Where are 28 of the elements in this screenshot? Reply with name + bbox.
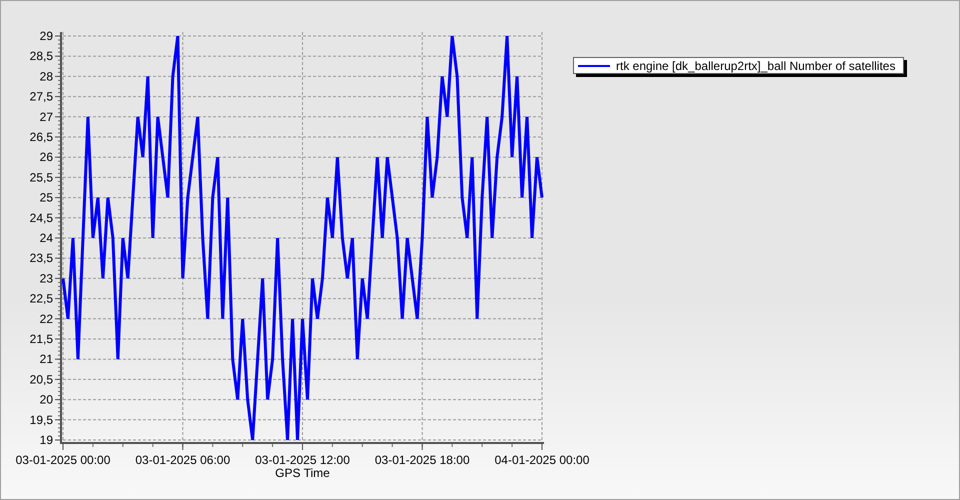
axis-label: 24,5 xyxy=(30,210,53,225)
axis-label: 22,5 xyxy=(30,292,53,306)
axis-label: 19 xyxy=(40,433,53,447)
axis-label: 26 xyxy=(40,150,53,164)
axis-label: 22 xyxy=(40,312,53,326)
axis-label: 20 xyxy=(40,392,53,407)
axis-label: 23 xyxy=(40,271,53,286)
axis-label: 21 xyxy=(40,352,53,366)
axis-label: 25,5 xyxy=(30,170,53,184)
axis-title: GPS Time xyxy=(275,466,330,480)
axis-label: 03-01-2025 12:00 xyxy=(255,453,350,467)
axis-label: 24 xyxy=(40,231,53,245)
axis-label: 21,5 xyxy=(30,332,53,346)
axis-label: 27,5 xyxy=(30,90,53,104)
axis-label: 25 xyxy=(40,190,53,205)
axis-label: 29 xyxy=(40,29,53,43)
axis-label: 03-01-2025 06:00 xyxy=(135,453,230,467)
axis-label: 20,5 xyxy=(30,372,53,386)
axis-label: 04-01-2025 00:00 xyxy=(494,453,590,467)
axis-label: 27 xyxy=(40,110,53,124)
axis-label: 28 xyxy=(40,69,53,84)
axis-label: 03-01-2025 00:00 xyxy=(16,453,110,467)
axis-label: 23,5 xyxy=(30,251,53,266)
axis-label: 19,5 xyxy=(30,412,53,427)
axis-label: 28,5 xyxy=(30,49,53,64)
axis-label: 03-01-2025 18:00 xyxy=(374,453,470,467)
legend-label: rtk engine [dk_ballerup2rtx]_ball Number of satellites xyxy=(616,58,896,72)
axis-label: 26,5 xyxy=(30,130,53,144)
